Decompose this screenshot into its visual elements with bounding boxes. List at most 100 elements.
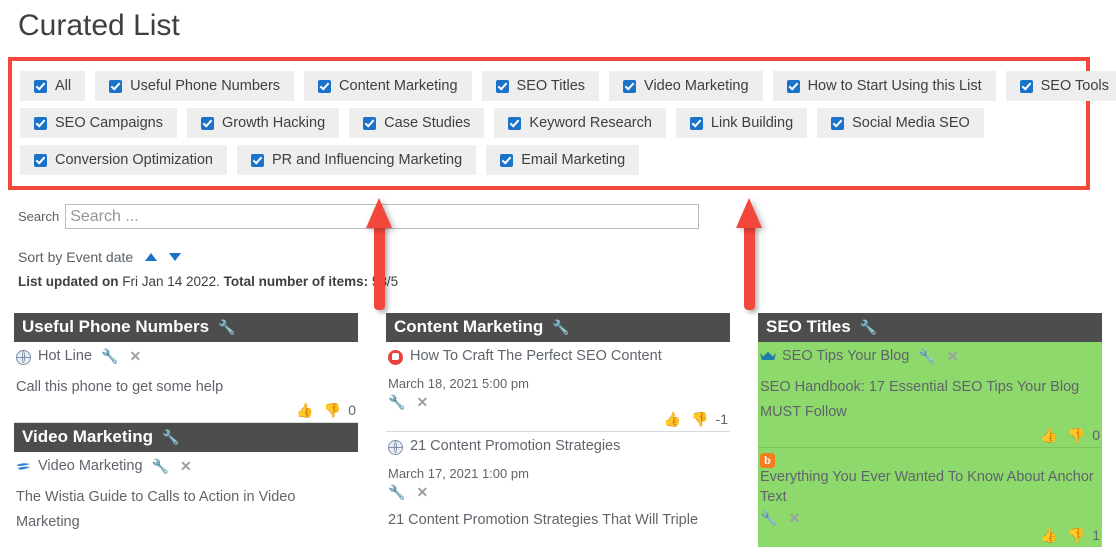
category-filter-how-to-start-using-this-list[interactable]: How to Start Using this List	[772, 71, 996, 101]
checkbox-checked-icon[interactable]	[623, 79, 637, 93]
list-item: Hot Line 🔧 ✕ Call this phone to get some he…	[14, 342, 358, 423]
up-arrow-annotation-2	[736, 198, 762, 310]
checkbox-checked-icon[interactable]	[689, 116, 703, 130]
category-filter-pr-and-influencing-marketing[interactable]: PR and Influencing Marketing	[236, 145, 477, 175]
checkbox-checked-icon[interactable]	[318, 79, 332, 93]
list-item-title[interactable]: How To Craft The Perfect SEO Content	[410, 346, 662, 366]
vote-row: 👍 👎 -1	[388, 411, 728, 427]
checkbox-checked-icon[interactable]	[201, 116, 214, 130]
list-item-title[interactable]: SEO Tips Your Blog	[782, 346, 909, 366]
wrench-icon[interactable]: 🔧	[760, 511, 777, 525]
wrench-icon[interactable]: 🔧	[860, 320, 877, 334]
search-input[interactable]	[65, 204, 700, 229]
category-filter-video-marketing[interactable]: Video Marketing	[609, 71, 763, 101]
close-icon[interactable]: ✕	[788, 511, 800, 525]
thumbs-down-icon[interactable]: 👎	[691, 412, 708, 426]
category-filter-rows: All Useful Phone Numbers Content Marketing…	[12, 61, 1116, 175]
checkbox-checked-icon[interactable]	[831, 116, 845, 130]
list-item-date: March 17, 2021 1:00 pm	[388, 466, 529, 481]
category-filter-useful-phone-numbers[interactable]: Useful Phone Numbers	[95, 71, 295, 101]
wrench-icon[interactable]: 🔧	[388, 485, 405, 499]
checkbox-checked-icon[interactable]	[500, 153, 514, 167]
category-filter-label: SEO Tools	[1040, 78, 1109, 94]
close-icon[interactable]: ✕	[129, 349, 141, 363]
vote-row: 👍 👎 0	[760, 427, 1100, 443]
category-filter-label: SEO Campaigns	[55, 115, 163, 131]
checkbox-checked-icon[interactable]	[363, 116, 377, 130]
thumbs-down-icon[interactable]: 👎	[1068, 528, 1085, 542]
sort-descending-icon[interactable]	[169, 253, 182, 261]
checkbox-checked-icon[interactable]	[1019, 79, 1033, 93]
close-icon[interactable]: ✕	[180, 459, 192, 473]
checkbox-checked-icon[interactable]	[34, 79, 47, 93]
vote-row: 👍 👎 0	[16, 402, 356, 418]
list-item-title-row: SEO Tips Your Blog 🔧 ✕	[760, 346, 1100, 366]
thumbs-down-icon[interactable]: 👎	[324, 403, 341, 417]
category-filter-all[interactable]: All	[20, 71, 86, 101]
wrench-icon[interactable]: 🔧	[218, 320, 235, 334]
sort-ascending-icon[interactable]	[145, 253, 158, 261]
thumbs-up-icon[interactable]: 👍	[1040, 528, 1057, 542]
arrow-shaft	[744, 224, 755, 310]
vote-row: 👍 👎 1	[760, 527, 1100, 543]
category-card: Content Marketing 🔧 How To Craft The Perfe…	[386, 313, 730, 537]
category-filter-label: Growth Hacking	[222, 115, 326, 131]
checkbox-checked-icon[interactable]	[495, 79, 509, 93]
list-item-title[interactable]: Video Marketing	[38, 456, 143, 476]
category-filter-seo-campaigns[interactable]: SEO Campaigns	[20, 108, 177, 138]
wrench-icon[interactable]: 🔧	[152, 459, 169, 473]
thumbs-down-icon[interactable]: 👎	[1068, 428, 1085, 442]
checkbox-checked-icon[interactable]	[508, 116, 522, 130]
list-item-date: March 18, 2021 5:00 pm	[388, 376, 529, 391]
list-item-description: Call this phone to get some help	[16, 379, 224, 395]
list-item-title[interactable]: Hot Line	[38, 346, 92, 366]
list-meta: List updated on Fri Jan 14 2022. Total n…	[18, 274, 398, 289]
category-filter-case-studies[interactable]: Case Studies	[349, 108, 485, 138]
category-filter-content-marketing[interactable]: Content Marketing	[304, 71, 472, 101]
category-filter-link-building[interactable]: Link Building	[675, 108, 808, 138]
category-filter-growth-hacking[interactable]: Growth Hacking	[187, 108, 340, 138]
wrench-icon[interactable]: 🔧	[918, 349, 935, 363]
category-filter-social-media-seo[interactable]: Social Media SEO	[817, 108, 984, 138]
checkbox-checked-icon[interactable]	[34, 153, 47, 167]
category-filter-keyword-research[interactable]: Keyword Research	[494, 108, 666, 138]
card-body: How To Craft The Perfect SEO Content Marc…	[386, 342, 730, 537]
close-icon[interactable]: ✕	[947, 349, 959, 363]
checkbox-checked-icon[interactable]	[34, 116, 47, 130]
card-body: Hot Line 🔧 ✕ Call this phone to get some he…	[14, 342, 358, 423]
thumbs-up-icon[interactable]: 👍	[296, 403, 313, 417]
category-filter-conversion-optimization[interactable]: Conversion Optimization	[20, 145, 227, 175]
list-item-title[interactable]: Everything You Ever Wanted To Know About…	[760, 467, 1100, 507]
thumbs-up-icon[interactable]: 👍	[1040, 428, 1057, 442]
card-header: Content Marketing 🔧	[386, 313, 730, 342]
category-filter-label: Case Studies	[384, 115, 471, 131]
list-item: b Everything You Ever Wanted To Know Abou…	[758, 448, 1102, 547]
checkbox-checked-icon[interactable]	[109, 79, 123, 93]
card-column: SEO Titles 🔧 SEO Tips Your Blog 🔧 ✕ SEO Handb…	[744, 313, 1116, 555]
wrench-icon[interactable]: 🔧	[101, 349, 118, 363]
list-item-tools: 🔧 ✕	[760, 511, 1100, 525]
category-filter-label: Video Marketing	[644, 78, 749, 94]
category-filter-row: All Useful Phone Numbers Content Marketing…	[20, 71, 1116, 101]
category-filter-panel: All Useful Phone Numbers Content Marketing…	[8, 57, 1116, 190]
checkbox-checked-icon[interactable]	[250, 153, 264, 167]
category-filter-email-marketing[interactable]: Email Marketing	[486, 145, 640, 175]
search-label: Search	[18, 209, 60, 224]
category-filter-seo-tools[interactable]: SEO Tools	[1005, 71, 1116, 101]
curated-list-page: Curated List All Useful Phone Numbers Cont…	[0, 0, 1116, 555]
list-item-title-row: 21 Content Promotion Strategies	[388, 436, 728, 456]
wrench-icon[interactable]: 🔧	[162, 430, 179, 444]
category-filter-seo-titles[interactable]: SEO Titles	[481, 71, 600, 101]
checkbox-checked-icon[interactable]	[786, 79, 800, 93]
card-header: Video Marketing 🔧	[14, 423, 358, 452]
category-card: SEO Titles 🔧 SEO Tips Your Blog 🔧 ✕ SEO Handb…	[758, 313, 1102, 547]
list-item-title[interactable]: 21 Content Promotion Strategies	[410, 436, 620, 456]
card-header: Useful Phone Numbers 🔧	[14, 313, 358, 342]
close-icon[interactable]: ✕	[416, 395, 428, 409]
thumbs-up-icon[interactable]: 👍	[664, 412, 681, 426]
wrench-icon[interactable]: 🔧	[388, 395, 405, 409]
vote-count: -1	[715, 411, 728, 427]
wrench-icon[interactable]: 🔧	[552, 320, 569, 334]
list-updated-value: Fri Jan 14 2022.	[122, 274, 220, 289]
close-icon[interactable]: ✕	[416, 485, 428, 499]
